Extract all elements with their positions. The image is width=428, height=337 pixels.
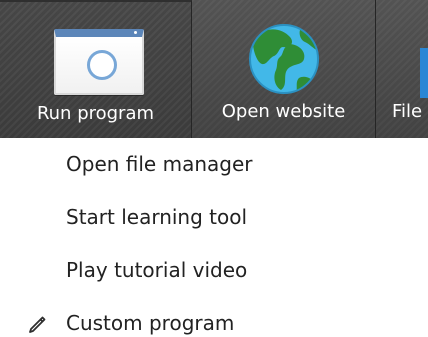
menu-item-label: Start learning tool: [66, 205, 248, 229]
file-button[interactable]: File: [376, 0, 428, 138]
application-window: Run program Open website File Open file …: [0, 0, 428, 337]
menu-item-start-learning-tool[interactable]: Start learning tool: [0, 191, 428, 244]
run-program-button[interactable]: Run program: [0, 0, 192, 138]
menu-item-custom-program[interactable]: Custom program: [0, 297, 428, 337]
globe-icon: [249, 24, 319, 94]
program-toolbar: Run program Open website File: [0, 0, 428, 138]
pencil-icon: [29, 316, 46, 333]
menu-item-label: Open file manager: [66, 152, 253, 176]
menu-item-play-tutorial-video[interactable]: Play tutorial video: [0, 244, 428, 297]
file-label: File: [392, 101, 423, 122]
run-program-label: Run program: [36, 103, 155, 124]
open-website-button[interactable]: Open website: [192, 0, 376, 138]
file-icon: [420, 48, 428, 98]
loading-ring-icon: [87, 50, 117, 80]
menu-item-label: Custom program: [66, 311, 235, 335]
window-title-dot: [134, 31, 137, 34]
launcher-menu: Open file manager Start learning tool Pl…: [0, 138, 428, 337]
open-website-label: Open website: [221, 101, 346, 122]
menu-item-label: Play tutorial video: [66, 258, 248, 282]
menu-item-open-file-manager[interactable]: Open file manager: [0, 138, 428, 191]
window-icon: [54, 29, 144, 95]
